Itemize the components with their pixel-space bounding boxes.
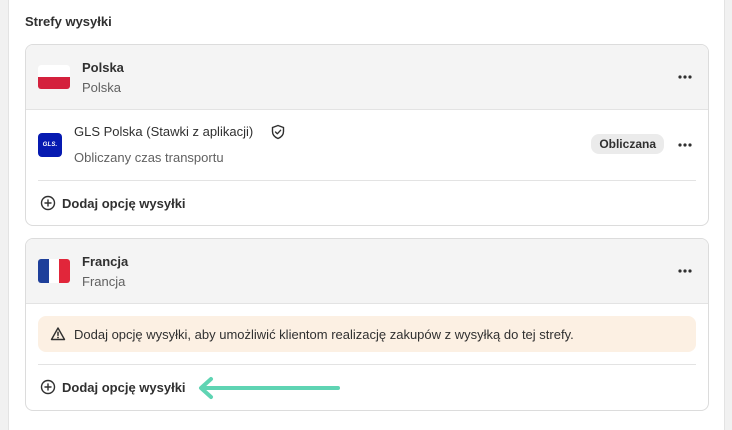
add-shipping-option-label: Dodaj opcję wysyłki bbox=[62, 195, 186, 211]
shipping-rate-row: GLS. GLS Polska (Stawki z aplikacji) Obl… bbox=[26, 110, 708, 180]
add-shipping-option-button[interactable]: Dodaj opcję wysyłki bbox=[26, 365, 708, 409]
zone-name: Polska bbox=[82, 60, 124, 75]
plus-circle-icon bbox=[40, 379, 56, 395]
add-shipping-option-label: Dodaj opcję wysyłki bbox=[62, 379, 186, 395]
zone-more-actions-button[interactable] bbox=[674, 66, 696, 88]
rate-status-badge: Obliczana bbox=[591, 134, 664, 154]
zone-header: Polska Polska bbox=[26, 45, 708, 110]
more-horizontal-icon bbox=[678, 269, 692, 273]
shipping-zone-poland: Polska Polska GLS. GLS Polska (Stawki z … bbox=[25, 44, 709, 226]
shipping-zone-france: Francja Francja Dodaj opcję wysyłki, aby… bbox=[25, 238, 709, 411]
warning-text: Dodaj opcję wysyłki, aby umożliwić klien… bbox=[74, 326, 574, 342]
more-horizontal-icon bbox=[678, 75, 692, 79]
france-flag-icon bbox=[38, 259, 70, 283]
zone-name: Francja bbox=[82, 254, 129, 269]
zone-countries: Francja bbox=[82, 274, 126, 289]
rate-description: Obliczany czas transportu bbox=[74, 150, 224, 165]
warning-banner: Dodaj opcję wysyłki, aby umożliwić klien… bbox=[38, 316, 696, 352]
poland-flag-icon bbox=[38, 65, 70, 89]
more-horizontal-icon bbox=[678, 143, 692, 147]
section-title: Strefy wysyłki bbox=[25, 14, 112, 29]
warning-triangle-icon bbox=[50, 327, 66, 341]
shipping-zones-card: Strefy wysyłki Polska Polska GLS. GLS Po… bbox=[8, 0, 725, 430]
plus-circle-icon bbox=[40, 195, 56, 211]
rate-name: GLS Polska (Stawki z aplikacji) bbox=[74, 124, 254, 139]
shield-check-icon bbox=[271, 124, 285, 140]
gls-logo: GLS. bbox=[38, 133, 62, 157]
rate-more-actions-button[interactable] bbox=[674, 134, 696, 156]
zone-header: Francja Francja bbox=[26, 239, 708, 304]
annotation-arrow-icon bbox=[199, 377, 340, 399]
zone-more-actions-button[interactable] bbox=[674, 260, 696, 282]
zone-countries: Polska bbox=[82, 80, 122, 95]
add-shipping-option-button[interactable]: Dodaj opcję wysyłki bbox=[26, 181, 708, 225]
